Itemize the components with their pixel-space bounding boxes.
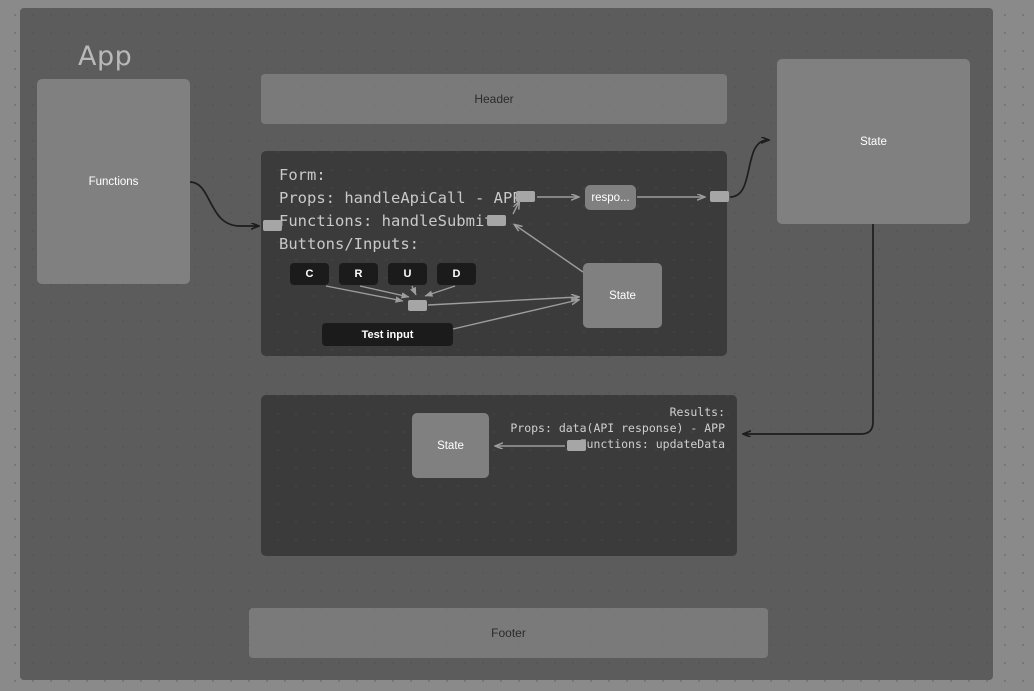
handle-form-input[interactable] (263, 220, 282, 231)
node-state-results[interactable]: State (412, 413, 489, 478)
node-state-form-label: State (609, 289, 636, 302)
form-code-line-2: Functions: handleSubmit (279, 212, 494, 230)
form-code-line-1: Props: handleApiCall - APP (279, 189, 522, 207)
handle-handlesubmit[interactable] (487, 215, 506, 226)
node-functions[interactable]: Functions (37, 79, 190, 284)
node-footer[interactable]: Footer (249, 608, 768, 658)
button-delete-label: D (452, 268, 461, 280)
input-test[interactable]: Test input (322, 323, 453, 346)
node-response-label: respo... (591, 191, 630, 204)
button-read-label: R (354, 268, 363, 280)
handle-apicall-output[interactable] (516, 191, 535, 202)
button-delete[interactable]: D (437, 263, 476, 285)
node-footer-label: Footer (491, 626, 526, 640)
node-state-outer-label: State (860, 135, 887, 148)
app-group-title: App (78, 41, 133, 72)
button-create-label: C (305, 268, 314, 280)
node-functions-label: Functions (88, 175, 139, 188)
flow-canvas[interactable]: App Functions Header Form: Props: handle… (0, 0, 1034, 691)
button-read[interactable]: R (339, 263, 378, 285)
handle-response-output[interactable] (710, 191, 729, 202)
button-update[interactable]: U (388, 263, 427, 285)
node-response[interactable]: respo... (585, 185, 636, 210)
handle-inputs-merge[interactable] (408, 300, 427, 311)
form-code-line-0: Form: (279, 166, 326, 184)
handle-results-state[interactable] (567, 440, 586, 451)
input-test-label: Test input (361, 328, 414, 341)
node-state-form[interactable]: State (583, 263, 662, 328)
form-code-line-3: Buttons/Inputs: (279, 235, 419, 253)
node-state-outer[interactable]: State (777, 59, 970, 224)
button-update-label: U (403, 268, 412, 280)
node-header[interactable]: Header (261, 74, 727, 124)
button-create[interactable]: C (290, 263, 329, 285)
node-header-label: Header (474, 92, 514, 106)
node-state-results-label: State (437, 439, 464, 452)
